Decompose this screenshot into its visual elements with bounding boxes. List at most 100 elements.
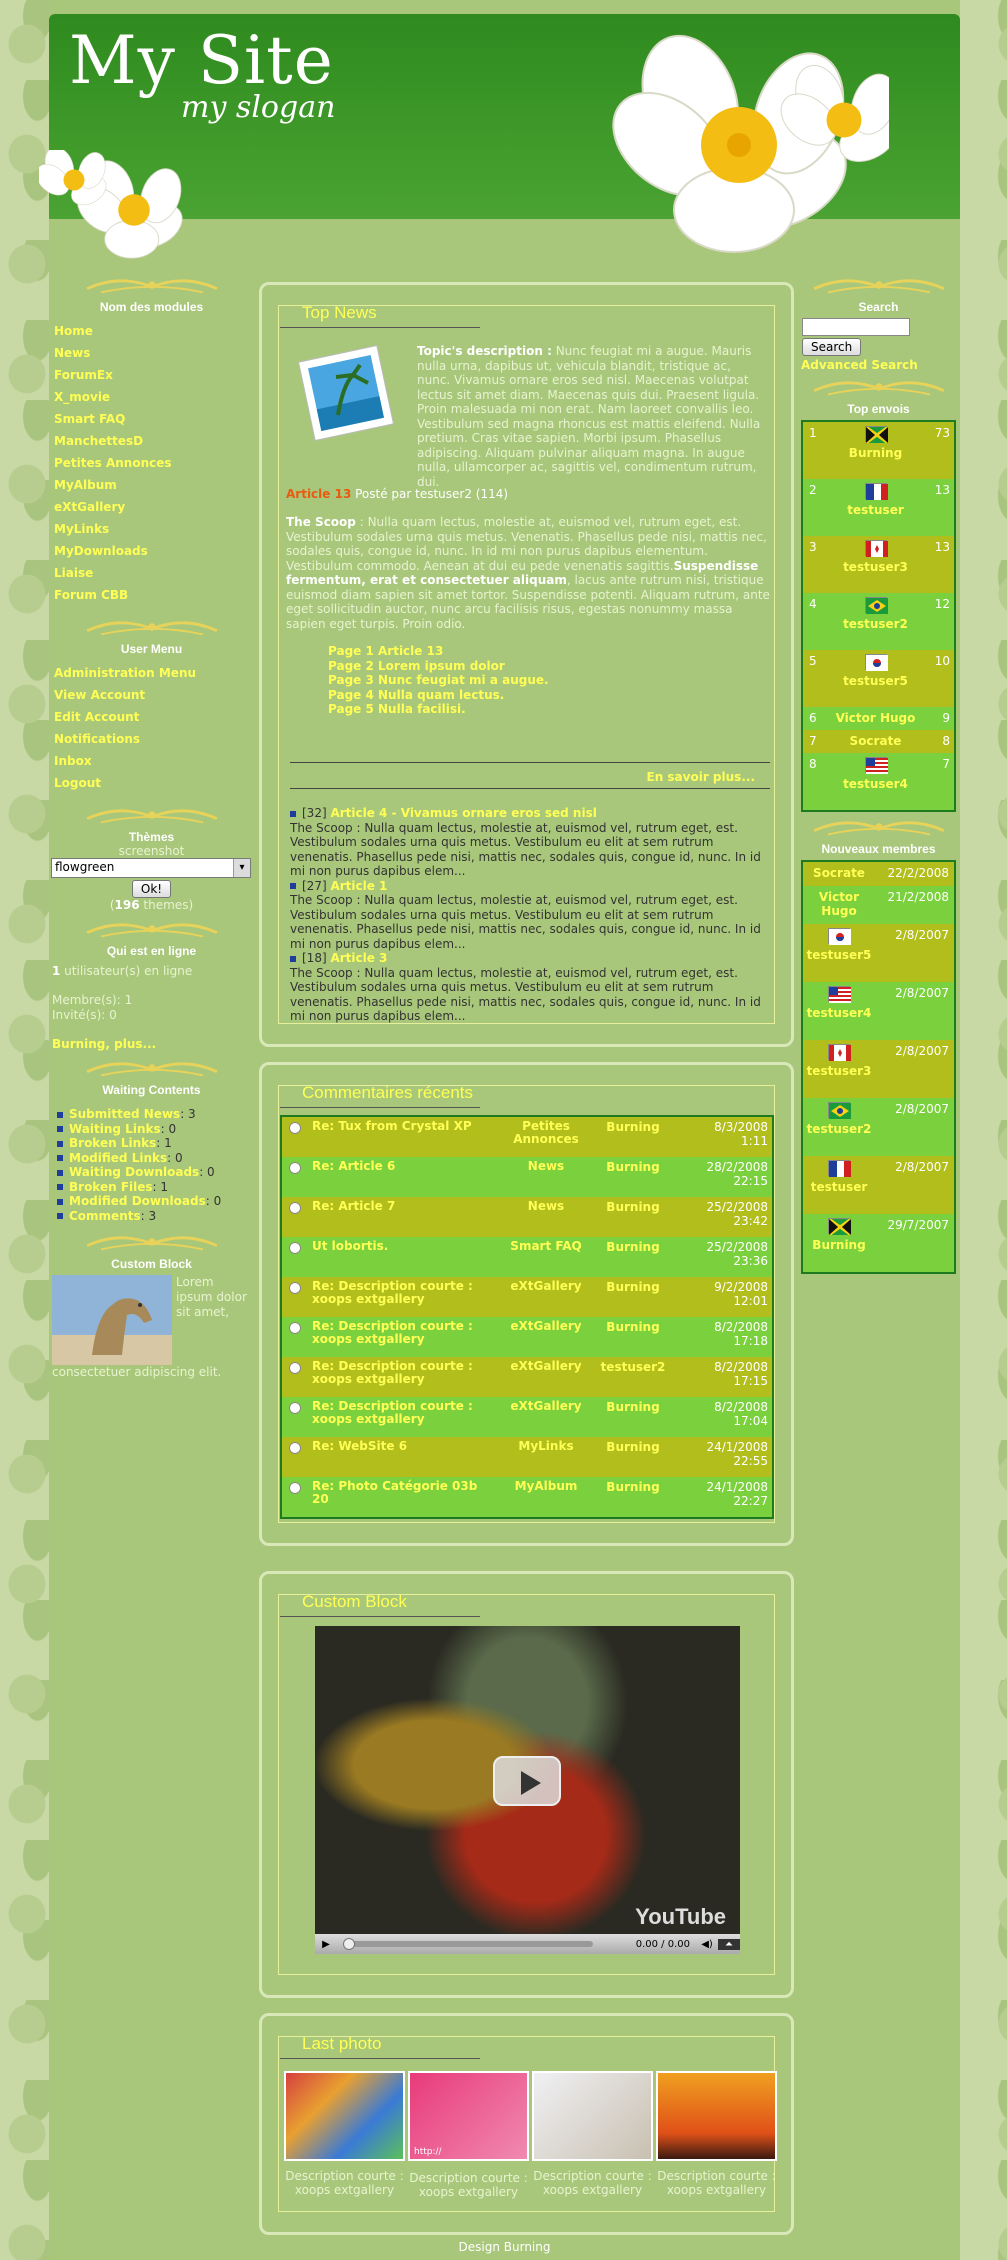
volume-icon[interactable]: ◀) (696, 1939, 718, 1950)
comment-title[interactable]: Re: Description courte : xoops extgaller… (308, 1397, 500, 1437)
comment-title[interactable]: Re: Photo Catégorie 03b 20 (308, 1477, 500, 1517)
module-link[interactable]: MyLinks (49, 518, 254, 540)
user-menu-link[interactable]: Administration Menu (49, 662, 254, 684)
comment-title[interactable]: Re: Article 7 (308, 1197, 500, 1237)
youtube-player[interactable]: YouTube ▶ 0.00 / 0.00 ◀) ⏶ (315, 1626, 740, 1954)
top-poster-name[interactable]: Victor Hugo (836, 711, 916, 725)
comment-module[interactable]: MyAlbum (500, 1477, 592, 1517)
module-link[interactable]: Forum CBB (49, 584, 254, 606)
comment-module[interactable]: MyLinks (500, 1437, 592, 1477)
news-item-title[interactable]: Article 3 (330, 951, 387, 965)
comment-user[interactable]: Burning (592, 1117, 674, 1157)
top-poster-name[interactable]: testuser (847, 503, 904, 517)
online-names-link[interactable]: Burning, plus... (49, 1033, 254, 1055)
comment-user[interactable]: Burning (592, 1237, 674, 1277)
module-link[interactable]: MyDownloads (49, 540, 254, 562)
search-button[interactable]: Search (802, 338, 862, 356)
article-page-link[interactable]: Page 1 Article 13 (328, 644, 549, 659)
comment-module[interactable]: eXtGallery (500, 1397, 592, 1437)
comment-title[interactable]: Re: Description courte : xoops extgaller… (308, 1317, 500, 1357)
new-member-name[interactable]: testuser3 (807, 1064, 872, 1078)
new-member-name[interactable]: testuser (811, 1180, 868, 1194)
play-icon[interactable]: ▶ (315, 1939, 337, 1950)
comment-user[interactable]: Burning (592, 1157, 674, 1197)
photo-thumbnail[interactable] (284, 2071, 405, 2161)
article-page-link[interactable]: Page 5 Nulla facilisi. (328, 702, 549, 717)
comment-title[interactable]: Ut lobortis. (308, 1237, 500, 1277)
top-poster-name[interactable]: testuser4 (843, 777, 908, 791)
new-member-name[interactable]: Victor Hugo (819, 890, 859, 918)
comment-user[interactable]: Burning (592, 1397, 674, 1437)
waiting-item-link[interactable]: Comments (69, 1209, 141, 1223)
comment-title[interactable]: Re: Tux from Crystal XP (308, 1117, 500, 1157)
top-poster-name[interactable]: testuser3 (843, 560, 908, 574)
video-seek-bar[interactable] (343, 1938, 593, 1950)
article-page-link[interactable]: Page 4 Nulla quam lectus. (328, 688, 549, 703)
comment-user[interactable]: Burning (592, 1437, 674, 1477)
new-member-name[interactable]: testuser4 (807, 1006, 872, 1020)
photo-thumbnail[interactable]: http:// (408, 2071, 529, 2161)
read-more-link[interactable]: En savoir plus... (647, 770, 756, 784)
module-link[interactable]: ManchettesD (49, 430, 254, 452)
module-link[interactable]: Home (49, 320, 254, 342)
user-menu-link[interactable]: Edit Account (49, 706, 254, 728)
comment-title[interactable]: Re: WebSite 6 (308, 1437, 500, 1477)
user-menu-link[interactable]: Notifications (49, 728, 254, 750)
news-item-title[interactable]: Article 4 - Vivamus ornare eros sed nisl (330, 806, 596, 820)
article-title[interactable]: Article 13 (286, 487, 351, 501)
comment-title[interactable]: Re: Description courte : xoops extgaller… (308, 1357, 500, 1397)
comment-user[interactable]: Burning (592, 1477, 674, 1517)
user-menu-link[interactable]: Inbox (49, 750, 254, 772)
theme-ok-button[interactable]: Ok! (131, 880, 172, 898)
comment-user[interactable]: testuser2 (592, 1357, 674, 1397)
user-menu-link[interactable]: Logout (49, 772, 254, 794)
search-input[interactable] (802, 318, 910, 336)
photo-thumbnail[interactable] (532, 2071, 653, 2161)
comment-module[interactable]: Smart FAQ (500, 1237, 592, 1277)
module-link[interactable]: Smart FAQ (49, 408, 254, 430)
comment-module[interactable]: eXtGallery (500, 1317, 592, 1357)
waiting-item-link[interactable]: Waiting Downloads (69, 1165, 199, 1179)
comment-user[interactable]: Burning (592, 1317, 674, 1357)
waiting-item-link[interactable]: Modified Downloads (69, 1194, 206, 1208)
article-page-link[interactable]: Page 2 Lorem ipsum dolor (328, 659, 549, 674)
comment-module[interactable]: News (500, 1197, 592, 1237)
module-link[interactable]: News (49, 342, 254, 364)
waiting-item-link[interactable]: Submitted News (69, 1107, 180, 1121)
waiting-item-link[interactable]: Broken Links (69, 1136, 156, 1150)
comment-module[interactable]: News (500, 1157, 592, 1197)
site-title[interactable]: My Site (69, 22, 334, 99)
article-page-link[interactable]: Page 3 Nunc feugiat mi a augue. (328, 673, 549, 688)
module-link[interactable]: ForumEx (49, 364, 254, 386)
top-poster-name[interactable]: Socrate (850, 734, 902, 748)
waiting-item-link[interactable]: Broken Files (69, 1180, 153, 1194)
photo-thumbnail[interactable] (656, 2071, 777, 2161)
theme-select[interactable]: flowgreen (51, 858, 251, 878)
module-link[interactable]: MyAlbum (49, 474, 254, 496)
top-poster-name[interactable]: testuser2 (843, 617, 908, 631)
top-poster-name[interactable]: testuser5 (843, 674, 908, 688)
comment-user[interactable]: Burning (592, 1197, 674, 1237)
module-link[interactable]: Liaise (49, 562, 254, 584)
advanced-search-link[interactable]: Advanced Search (801, 358, 956, 372)
play-overlay-button[interactable] (493, 1756, 561, 1806)
new-member-name[interactable]: Socrate (813, 866, 865, 880)
user-menu-link[interactable]: View Account (49, 684, 254, 706)
comment-title[interactable]: Re: Article 6 (308, 1157, 500, 1197)
waiting-item-link[interactable]: Waiting Links (69, 1122, 161, 1136)
module-link[interactable]: eXtGallery (49, 496, 254, 518)
new-member-name[interactable]: Burning (812, 1238, 865, 1252)
comment-title[interactable]: Re: Description courte : xoops extgaller… (308, 1277, 500, 1317)
waiting-item-link[interactable]: Modified Links (69, 1151, 167, 1165)
expand-icon[interactable]: ⏶ (718, 1938, 740, 1950)
new-member-name[interactable]: testuser5 (807, 948, 872, 962)
comment-user[interactable]: Burning (592, 1277, 674, 1317)
top-poster-name[interactable]: Burning (849, 446, 902, 460)
comment-module[interactable]: eXtGallery (500, 1357, 592, 1397)
comment-module[interactable]: eXtGallery (500, 1277, 592, 1317)
new-member-name[interactable]: testuser2 (807, 1122, 872, 1136)
comment-module[interactable]: Petites Annonces (500, 1117, 592, 1157)
module-link[interactable]: X_movie (49, 386, 254, 408)
news-item-title[interactable]: Article 1 (330, 879, 387, 893)
module-link[interactable]: Petites Annonces (49, 452, 254, 474)
